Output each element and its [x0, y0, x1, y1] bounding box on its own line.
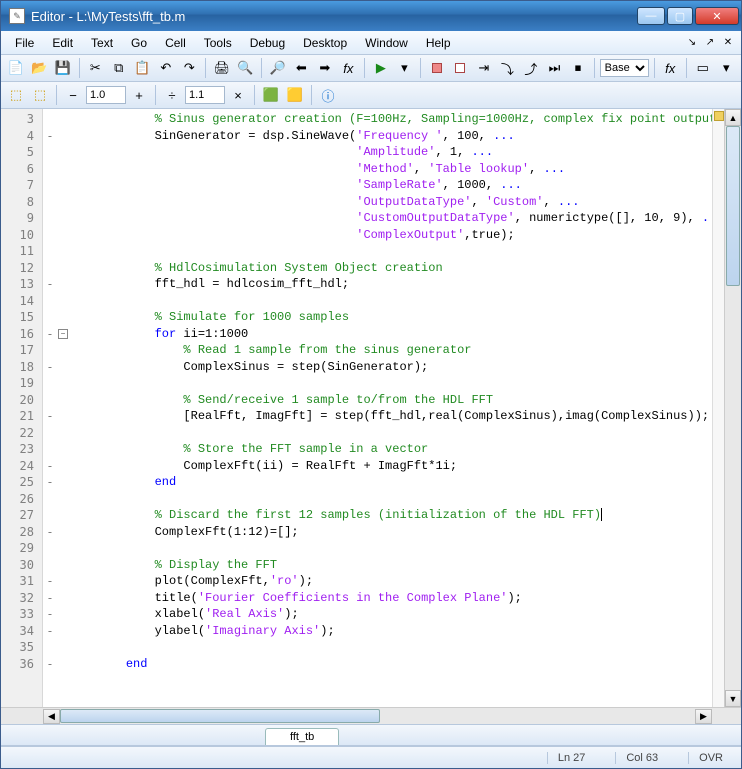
menu-go[interactable]: Go	[123, 33, 155, 53]
breakpoint-clear-icon[interactable]	[450, 57, 472, 79]
code-analyzer-indicator[interactable]	[714, 111, 724, 121]
stop-debug-icon[interactable]: ⏹	[567, 57, 589, 79]
paste-icon[interactable]: 📋	[132, 57, 154, 79]
menu-text[interactable]: Text	[83, 33, 121, 53]
maximize-button[interactable]: ▢	[667, 7, 693, 25]
new-file-icon[interactable]: 📄	[5, 57, 27, 79]
status-mode[interactable]: OVR	[688, 752, 733, 764]
horizontal-scrollbar[interactable]: ◀ ▶	[43, 707, 712, 724]
layout-drop-icon[interactable]: ▾	[715, 57, 737, 79]
titlebar[interactable]: ✎ Editor - L:\MyTests\fft_tb.m — ▢ ✕	[1, 1, 741, 31]
print-icon[interactable]: 🖨	[211, 57, 233, 79]
menu-file[interactable]: File	[7, 33, 42, 53]
statusbar: Ln 27 Col 63 OVR	[1, 746, 741, 768]
file-tabstrip: fft_tb	[1, 724, 741, 746]
minus-icon[interactable]: −	[62, 84, 84, 106]
find-files-icon[interactable]: 🔍	[235, 57, 257, 79]
step-icon[interactable]: ⇥	[473, 57, 495, 79]
cell-eval-icon[interactable]: ⬚	[5, 84, 27, 106]
scroll-right-icon[interactable]: ▶	[695, 709, 712, 724]
run-icon[interactable]: ▶	[370, 57, 392, 79]
cell-eval-advance-icon[interactable]: ⬚	[29, 84, 51, 106]
copy-icon[interactable]: ⧉	[108, 57, 130, 79]
menubar: File Edit Text Go Cell Tools Debug Deskt…	[1, 31, 741, 55]
menu-help[interactable]: Help	[418, 33, 459, 53]
scroll-left-icon[interactable]: ◀	[43, 709, 60, 724]
multiply-icon[interactable]: ×	[227, 84, 249, 106]
code-analyzer-bar[interactable]	[712, 109, 724, 707]
vscroll-thumb[interactable]	[726, 126, 740, 286]
increment-input-1[interactable]	[86, 86, 126, 104]
toolbar-cell: ⬚ ⬚ − + ÷ × 🟩 🟨 ⓘ	[1, 82, 741, 109]
info-icon[interactable]: ⓘ	[317, 84, 339, 106]
vertical-scrollbar[interactable]: ▲ ▼	[724, 109, 741, 707]
breakpoint-set-icon[interactable]	[426, 57, 448, 79]
cut-icon[interactable]: ✂	[85, 57, 107, 79]
status-col: Col 63	[615, 752, 668, 764]
layout-icon[interactable]: ▭	[692, 57, 714, 79]
toolbar-main: 📄 📂 💾 ✂ ⧉ 📋 ↶ ↷ 🖨 🔍 🔎 ⬅ ➡ fx ▶ ▾ ⇥ ⤵ ⤴ ⏭…	[1, 55, 741, 82]
app-icon: ✎	[9, 8, 25, 24]
save-icon[interactable]: 💾	[52, 57, 74, 79]
minimize-button[interactable]: —	[637, 7, 665, 25]
stack-combo[interactable]: Base	[600, 59, 649, 77]
close-button[interactable]: ✕	[695, 7, 739, 25]
menu-cell[interactable]: Cell	[157, 33, 194, 53]
publish2-icon[interactable]: 🟨	[284, 84, 306, 106]
menu-window[interactable]: Window	[357, 33, 416, 53]
find-icon[interactable]: 🔎	[267, 57, 289, 79]
fold-icon[interactable]: −	[58, 329, 68, 339]
window-title: Editor - L:\MyTests\fft_tb.m	[31, 9, 637, 24]
increment-input-2[interactable]	[185, 86, 225, 104]
file-tab[interactable]: fft_tb	[265, 728, 339, 745]
breakpoint-column[interactable]: - - - - - -- - ---- -	[43, 109, 57, 707]
line-gutter[interactable]: 3456789101112131415161718192021222324252…	[1, 109, 43, 707]
step-out-icon[interactable]: ⤴	[520, 57, 542, 79]
editor-window: ✎ Editor - L:\MyTests\fft_tb.m — ▢ ✕ Fil…	[0, 0, 742, 769]
menu-tools[interactable]: Tools	[196, 33, 240, 53]
dock-icon[interactable]: ↘	[685, 36, 699, 50]
plus-icon[interactable]: +	[128, 84, 150, 106]
undock-icon[interactable]: ↗	[703, 36, 717, 50]
menu-desktop[interactable]: Desktop	[295, 33, 355, 53]
publish-icon[interactable]: 🟩	[260, 84, 282, 106]
fx-icon[interactable]: fx	[338, 57, 360, 79]
fold-column[interactable]: −	[57, 109, 69, 707]
continue-icon[interactable]: ⏭	[544, 57, 566, 79]
open-file-icon[interactable]: 📂	[29, 57, 51, 79]
inner-close-icon[interactable]: ✕	[721, 36, 735, 50]
status-line: Ln 27	[547, 752, 596, 764]
menu-debug[interactable]: Debug	[242, 33, 293, 53]
scroll-up-icon[interactable]: ▲	[725, 109, 741, 126]
editor-area: 3456789101112131415161718192021222324252…	[1, 109, 741, 707]
undo-icon[interactable]: ↶	[155, 57, 177, 79]
window-controls: — ▢ ✕	[637, 7, 739, 25]
menu-edit[interactable]: Edit	[44, 33, 81, 53]
code-editor[interactable]: % Sinus generator creation (F=100Hz, Sam…	[69, 109, 712, 707]
step-in-icon[interactable]: ⤵	[497, 57, 519, 79]
scroll-down-icon[interactable]: ▼	[725, 690, 741, 707]
fx-toolbar-icon[interactable]: fx	[659, 57, 681, 79]
run-drop-icon[interactable]: ▾	[394, 57, 416, 79]
hscroll-thumb[interactable]	[60, 709, 380, 723]
goto-fwd-icon[interactable]: ➡	[314, 57, 336, 79]
goto-back-icon[interactable]: ⬅	[291, 57, 313, 79]
redo-icon[interactable]: ↷	[179, 57, 201, 79]
divide-icon[interactable]: ÷	[161, 84, 183, 106]
